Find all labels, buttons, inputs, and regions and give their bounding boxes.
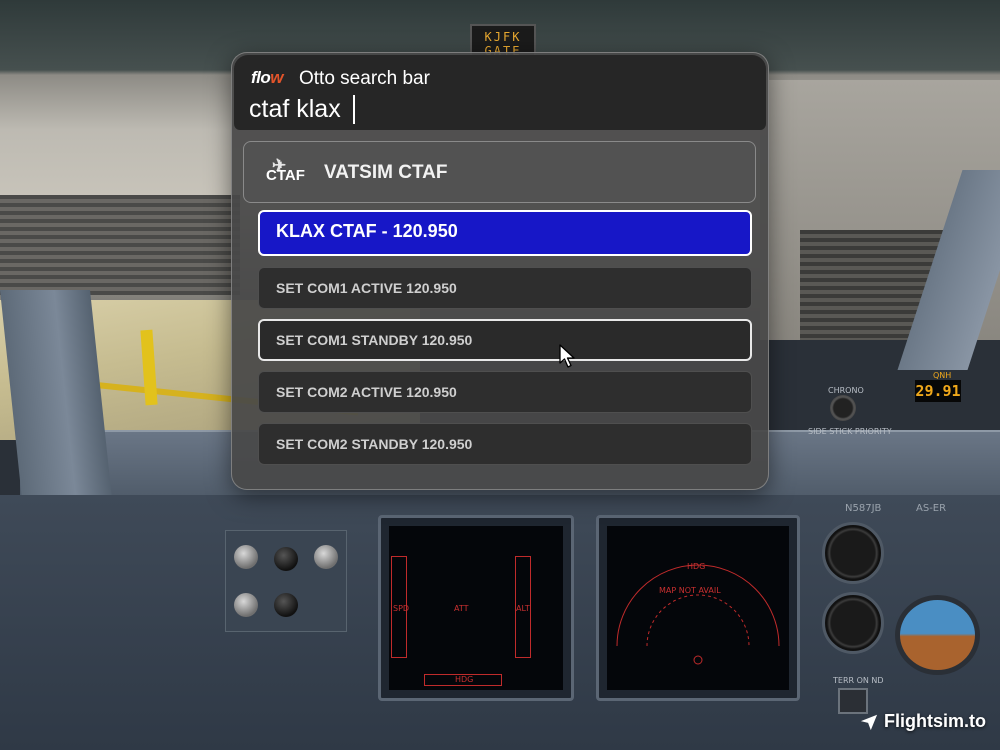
altimeter-gauge [822,592,884,654]
hdg-flag: HDG [455,675,474,684]
spd-flag: SPD [393,604,410,613]
mouse-pointer-icon [559,344,575,368]
otto-search-overlay: flow Otto search bar ✈ CTAF VATSIM CTAF … [231,52,769,490]
flow-logo-accent: w [270,68,284,87]
flightsim-watermark: Flightsim.to [860,711,986,732]
standby-attitude-indicator [895,595,980,675]
plugin-name: VATSIM CTAF [324,162,448,183]
flow-logo: flow [251,68,284,88]
airspeed-gauge [822,522,884,584]
ctaf-icon-label: CTAF [266,167,305,184]
search-header: flow Otto search bar [234,55,766,130]
gate-sign-line-1: KJFK [484,30,522,44]
console-floor-switch[interactable] [274,593,298,617]
result-set-com2-standby[interactable]: SET COM2 STANDBY 120.950 [258,423,752,465]
watermark-text: Flightsim.to [884,711,986,731]
qnh-label: QNH [933,371,952,380]
nd-map-flag: MAP NOT AVAIL [659,586,721,595]
nd-compass-arcs [616,564,780,665]
pfd-nd-xfr-button[interactable] [274,547,298,571]
search-bar-title: Otto search bar [299,68,430,89]
side-stick-label: SIDE STICK PRIORITY [808,427,892,436]
ctaf-plane-icon: ✈ CTAF [266,156,310,186]
pfd-screen: SPD ATT ALT HDG [389,526,563,690]
pfd-display: SPD ATT ALT HDG [378,515,574,701]
nd-knob[interactable] [314,545,338,569]
nd-hdg-flag: HDG [687,562,706,571]
terminal-siding [0,195,240,295]
chrono-button[interactable] [830,395,856,421]
terr-on-nd-label: TERR ON ND [833,676,884,685]
flow-logo-text: flo [251,68,271,87]
nd-display: HDG MAP NOT AVAIL [596,515,800,701]
search-input[interactable] [249,93,749,125]
result-set-com2-active[interactable]: SET COM2 ACTIVE 120.950 [258,371,752,413]
chrono-label: CHRONO [828,386,864,395]
loudspeaker-knob[interactable] [234,593,258,617]
att-flag: ATT [454,604,469,613]
paper-plane-icon [860,714,878,730]
result-set-com1-standby[interactable]: SET COM1 STANDBY 120.950 [258,319,752,361]
alt-flag: ALT [516,604,530,613]
result-klax-ctaf[interactable]: KLAX CTAF - 120.950 [258,210,752,256]
result-set-com1-active[interactable]: SET COM1 ACTIVE 120.950 [258,267,752,309]
nd-screen: HDG MAP NOT AVAIL [607,526,789,690]
pfd-knob[interactable] [234,545,258,569]
plugin-header-vatsim-ctaf[interactable]: ✈ CTAF VATSIM CTAF [243,141,756,203]
tail-number: N587JB [845,503,882,514]
qnh-display: 29.91 [915,380,961,402]
efis-control-panel [225,530,347,632]
aircraft-label: AS-ER [916,503,947,514]
text-cursor [353,95,355,124]
